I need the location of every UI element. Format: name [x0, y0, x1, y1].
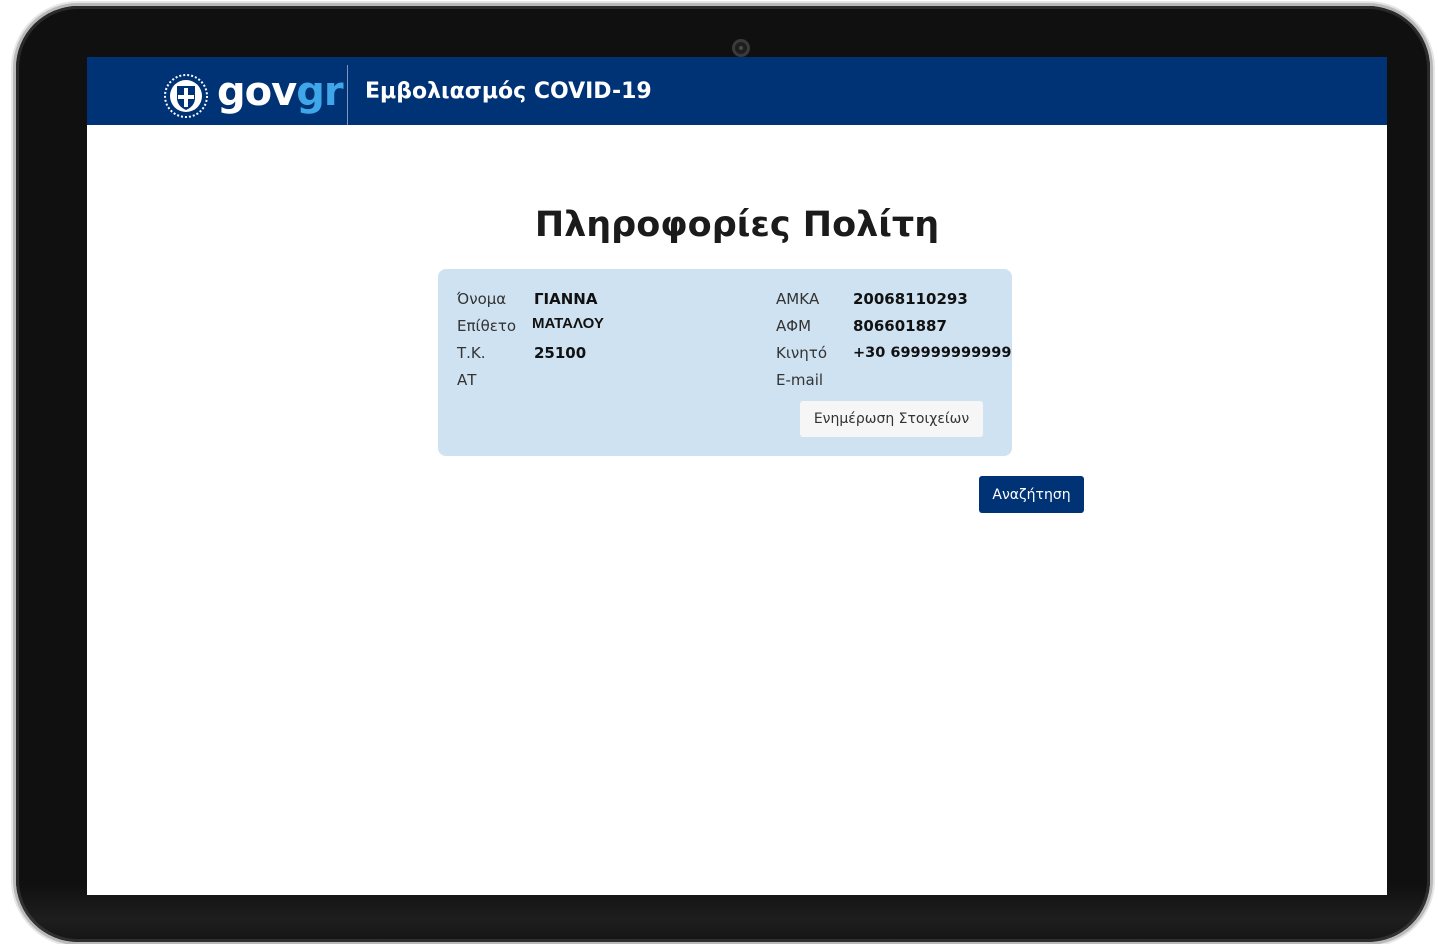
mobile-value: +30 699999999999 — [853, 345, 1012, 361]
mobile-label: Κινητό — [776, 344, 828, 362]
last-name-value: ΜΑΤΑΛΟΥ — [532, 315, 604, 332]
email-label: E-mail — [776, 371, 824, 389]
amka-value: 20068110293 — [853, 290, 968, 308]
screen: govgr Εμβολιασμός COVID-19 Πληροφορίες Π… — [87, 57, 1387, 895]
logo-gr-text: gr — [296, 69, 343, 115]
tablet-frame: govgr Εμβολιασμός COVID-19 Πληροφορίες Π… — [16, 6, 1430, 942]
afm-value: 806601887 — [853, 317, 947, 335]
postal-code-label: Τ.Κ. — [457, 344, 486, 362]
page-title: Πληροφορίες Πολίτη — [534, 205, 940, 245]
postal-code-value: 25100 — [534, 344, 587, 362]
amka-label: ΑΜΚΑ — [776, 290, 820, 308]
search-button[interactable]: Αναζήτηση — [979, 476, 1084, 513]
first-name-value: ΓΙΑΝΝΑ — [534, 290, 598, 308]
camera-icon — [732, 39, 750, 57]
logo-gov-text: gov — [217, 69, 297, 115]
app-title[interactable]: Εμβολιασμός COVID-19 — [365, 77, 652, 107]
header-divider — [347, 65, 348, 125]
first-name-label: Όνομα — [457, 290, 507, 308]
afm-label: ΑΦΜ — [776, 317, 812, 335]
last-name-label: Επίθετο — [457, 317, 517, 335]
govgr-logo[interactable]: govgr — [217, 67, 344, 117]
id-card-label: ΑΤ — [457, 371, 477, 389]
greek-coat-of-arms-icon — [164, 74, 208, 118]
update-details-button[interactable]: Ενημέρωση Στοιχείων — [800, 401, 983, 437]
citizen-info-card: Όνομα ΓΙΑΝΝΑ Επίθετο ΜΑΤΑΛΟΥ Τ.Κ. 25100 … — [438, 269, 1012, 456]
header-bar: govgr Εμβολιασμός COVID-19 — [87, 57, 1387, 125]
